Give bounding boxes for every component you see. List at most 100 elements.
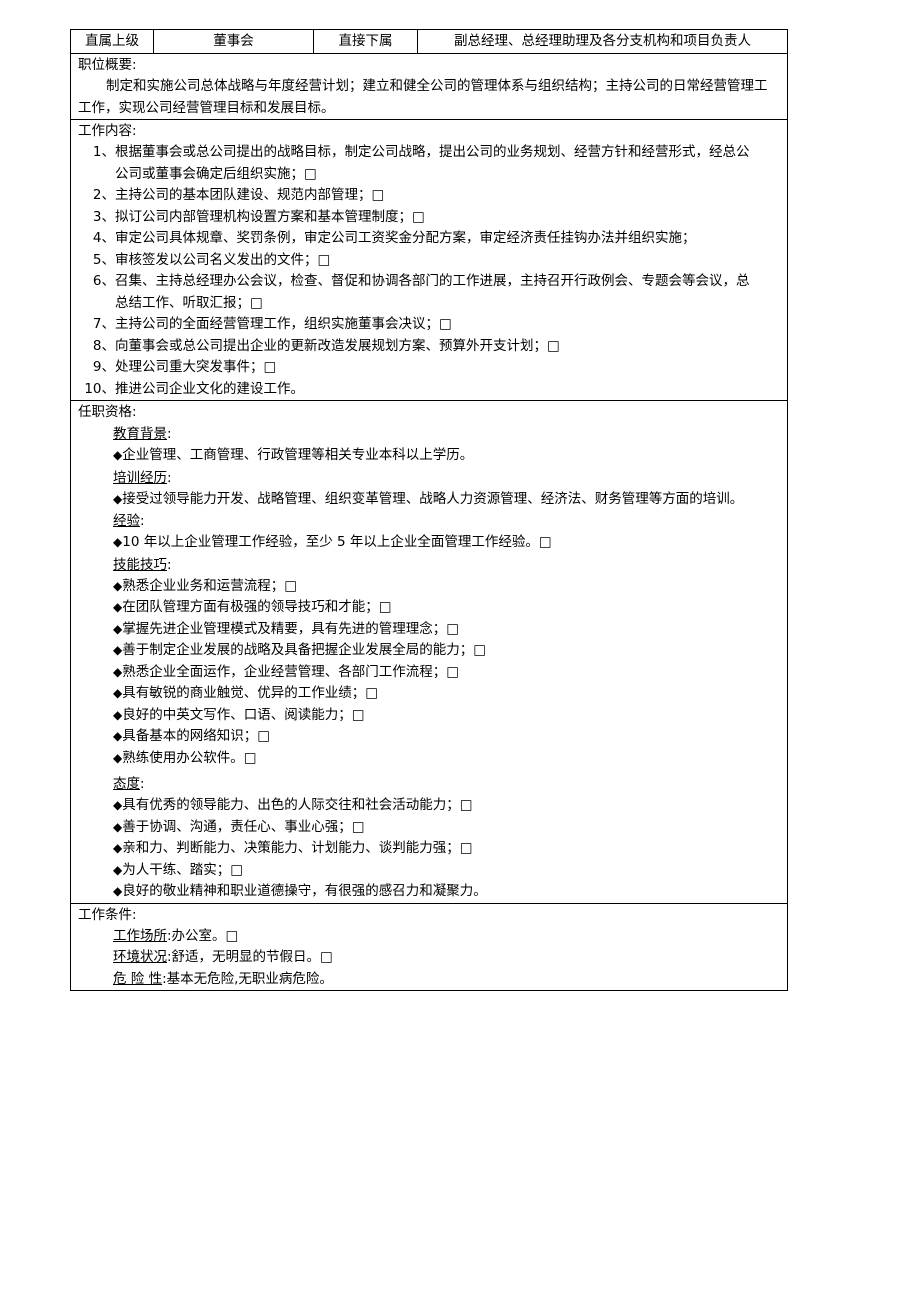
duty-text: 根据董事会或总公司提出的战略目标，制定公司战略，提出公司的业务规划、经营方针和经…: [115, 144, 750, 160]
qualification-group-heading-text: 培训经历: [113, 469, 167, 486]
qualification-bullet-text: 善于制定企业发展的战略及具备把握企业发展全局的能力；□: [122, 642, 486, 658]
qualification-group-heading-suffix: :: [167, 469, 172, 486]
duty-item: 10、 推进公司企业文化的建设工作。: [72, 379, 787, 400]
duty-item: 8、 向董事会或总公司提出企业的更新改造发展规划方案、预算外开支计划；□: [72, 336, 787, 358]
work-conditions-section: 工作条件: 工作场所:办公室。□ 环境状况:舒适，无明显的节假日。□ 危 险 性…: [70, 902, 788, 991]
diamond-bullet-icon: ◆: [113, 621, 123, 636]
duty-number: 1、: [92, 144, 115, 160]
diamond-bullet-icon: ◆: [113, 862, 123, 877]
diamond-bullet-icon: ◆: [113, 535, 123, 549]
qualification-group-heading-text: 技能技巧: [113, 556, 167, 573]
qualification-bullet: ◆熟悉企业业务和运营流程；□: [72, 576, 787, 598]
section-row-summary: 职位概要: 制定和实施公司总体战略与年度经营计划；建立和健全公司的管理体系与组织…: [70, 53, 788, 120]
qualification-bullet-text: 为人干练、踏实；□: [122, 861, 243, 878]
duty-text: 向董事会或总公司提出企业的更新改造发展规划方案、预算外开支计划；□: [115, 337, 560, 354]
duty-item: 9、 处理公司重大突发事件；□: [72, 357, 787, 379]
qualification-bullet-text: 亲和力、判断能力、决策能力、计划能力、谈判能力强；□: [122, 840, 473, 856]
qualification-bullet: ◆善于协调、沟通，责任心、事业心强；□: [72, 817, 787, 839]
section-row-work-conditions: 工作条件: 工作场所:办公室。□ 环境状况:舒适，无明显的节假日。□ 危 险 性…: [70, 902, 788, 991]
diamond-bullet-icon: ◆: [113, 578, 123, 593]
duty-number: 9、: [92, 359, 115, 375]
summary-title: 职位概要:: [78, 57, 137, 73]
duty-text: 处理公司重大突发事件；□: [115, 359, 277, 375]
duty-number: 7、: [92, 316, 115, 332]
header-cell-direct-reports-label: 直接下属: [313, 29, 418, 54]
qualification-group-heading-suffix: :: [167, 556, 172, 573]
qualification-group-heading-suffix: :: [140, 776, 145, 792]
qualification-bullet-text: 良好的敬业精神和职业道德操守，有很强的感召力和凝聚力。: [122, 883, 487, 899]
document-page: 直属上级 董事会 直接下属 副总经理、总经理助理及各分支机构和项目负责人 职位概…: [0, 0, 920, 1302]
duty-item: 5、 审核签发以公司名义发出的文件；□: [72, 250, 787, 272]
work-condition-value: :基本无危险,无职业病危险。: [162, 970, 333, 987]
summary-section: 职位概要: 制定和实施公司总体战略与年度经营计划；建立和健全公司的管理体系与组织…: [70, 53, 788, 120]
qualification-group-heading: 技能技巧:: [72, 554, 787, 576]
qualification-bullet: ◆良好的敬业精神和职业道德操守，有很强的感召力和凝聚力。: [72, 881, 787, 902]
qualification-bullet-text: 熟练使用办公软件。□: [122, 749, 257, 766]
qualification-bullet-text: 熟悉企业全面运作，企业经营管理、各部门工作流程；□: [122, 663, 459, 680]
qualification-bullet: ◆熟悉企业全面运作，企业经营管理、各部门工作流程；□: [72, 662, 787, 684]
duty-item: 3、 拟订公司内部管理机构设置方案和基本管理制度；□: [72, 207, 787, 229]
header-cell-direct-supervisor-value: 董事会: [153, 29, 314, 54]
qualification-group-heading: 态度:: [72, 773, 787, 795]
duty-text: 主持公司的基本团队建设、规范内部管理；□: [115, 187, 385, 203]
summary-line-2: 工作，实现公司经营管理目标和发展目标。: [78, 99, 335, 116]
duties-section: 工作内容: 1、 根据董事会或总公司提出的战略目标，制定公司战略，提出公司的业务规…: [70, 119, 788, 401]
diamond-bullet-icon: ◆: [113, 750, 123, 765]
diamond-bullet-icon: ◆: [113, 841, 123, 855]
duty-item: 4、 审定公司具体规章、奖罚条例，审定公司工资奖金分配方案，审定经济责任挂钩办法并…: [72, 228, 787, 250]
duties-title: 工作内容:: [78, 123, 137, 139]
qualification-bullet-text: 熟悉企业业务和运营流程；□: [122, 577, 297, 594]
qualification-bullet-text: 企业管理、工商管理、行政管理等相关专业本科以上学历。: [122, 447, 474, 463]
duty-number: 5、: [92, 251, 115, 268]
work-condition-label: 工作场所: [113, 927, 167, 944]
duty-text-cont: 总结工作、听取汇报；□: [115, 294, 263, 311]
qualification-group-heading-text: 经验: [113, 513, 140, 529]
qualification-group-heading: 经验:: [72, 510, 787, 532]
qualification-bullet: ◆亲和力、判断能力、决策能力、计划能力、谈判能力强；□: [72, 838, 787, 860]
qualification-bullet: ◆10 年以上企业管理工作经验，至少 5 年以上企业全面管理工作经验。□: [72, 532, 787, 554]
qualification-group-heading-suffix: :: [140, 513, 145, 529]
diamond-bullet-icon: ◆: [113, 643, 123, 657]
duty-text: 审定公司具体规章、奖罚条例，审定公司工资奖金分配方案，审定经济责任挂钩办法并组织…: [115, 230, 696, 246]
diamond-bullet-icon: ◆: [113, 600, 123, 614]
diamond-bullet-icon: ◆: [113, 819, 123, 834]
duty-item: 2、 主持公司的基本团队建设、规范内部管理；□: [72, 185, 787, 207]
section-row-qualifications: 任职资格: 教育背景: ◆企业管理、工商管理、行政管理等相关专业本科以上学历。 …: [70, 400, 788, 904]
qualification-bullet: ◆具有优秀的领导能力、出色的人际交往和社会活动能力；□: [72, 795, 787, 817]
qualification-bullet: ◆掌握先进企业管理模式及精要，具有先进的管理理念；□: [72, 619, 787, 641]
section-row-duties: 工作内容: 1、 根据董事会或总公司提出的战略目标，制定公司战略，提出公司的业务规…: [70, 119, 788, 401]
diamond-bullet-icon: ◆: [113, 664, 123, 679]
work-condition-value: :舒适，无明显的节假日。□: [167, 949, 333, 965]
qualification-group-heading-text: 教育背景: [113, 426, 167, 442]
work-condition-value: :办公室。□: [167, 927, 239, 944]
duty-number: 3、: [92, 208, 115, 225]
duty-number: 6、: [92, 273, 115, 289]
work-condition-item: 环境状况:舒适，无明显的节假日。□: [72, 947, 787, 969]
work-condition-item: 工作场所:办公室。□: [72, 926, 787, 948]
header-cell-direct-supervisor-label: 直属上级: [70, 29, 154, 54]
diamond-bullet-icon: ◆: [113, 686, 123, 700]
diamond-bullet-icon: ◆: [113, 729, 123, 743]
qualification-bullet-text: 善于协调、沟通，责任心、事业心强；□: [122, 818, 365, 835]
duty-item: 6、 召集、主持总经理办公会议，检查、督促和协调各部门的工作进展，主持召开行政例会…: [72, 271, 787, 314]
qualification-group-heading: 教育背景:: [72, 423, 787, 445]
duty-number: 2、: [92, 187, 115, 203]
table-header-row: 直属上级 董事会 直接下属 副总经理、总经理助理及各分支机构和项目负责人: [70, 29, 788, 54]
work-condition-item: 危 险 性:基本无危险,无职业病危险。: [72, 969, 787, 990]
duty-number: 8、: [92, 337, 115, 354]
qualification-bullet-text: 具有敏锐的商业触觉、优异的工作业绩；□: [122, 685, 378, 701]
duty-item: 1、 根据董事会或总公司提出的战略目标，制定公司战略，提出公司的业务规划、经营方针…: [72, 142, 787, 185]
diamond-bullet-icon: ◆: [113, 448, 123, 462]
qualification-bullet: ◆在团队管理方面有极强的领导技巧和才能；□: [72, 597, 787, 619]
qualification-bullet-text: 具备基本的网络知识；□: [122, 728, 270, 744]
work-condition-label: 危 险 性: [113, 970, 163, 987]
qualification-group-heading-text: 态度: [113, 776, 140, 792]
qualifications-title: 任职资格:: [78, 404, 137, 420]
qualification-bullet: ◆善于制定企业发展的战略及具备把握企业发展全局的能力；□: [72, 640, 787, 662]
qualification-bullet: ◆企业管理、工商管理、行政管理等相关专业本科以上学历。: [72, 445, 787, 467]
qualification-bullet-text: 良好的中英文写作、口语、阅读能力；□: [122, 706, 365, 723]
qualification-bullet: ◆熟练使用办公软件。□: [72, 748, 787, 770]
qualification-bullet-text: 掌握先进企业管理模式及精要，具有先进的管理理念；□: [122, 620, 459, 637]
qualification-bullet-text: 具有优秀的领导能力、出色的人际交往和社会活动能力；□: [122, 797, 473, 813]
diamond-bullet-icon: ◆: [113, 707, 123, 722]
